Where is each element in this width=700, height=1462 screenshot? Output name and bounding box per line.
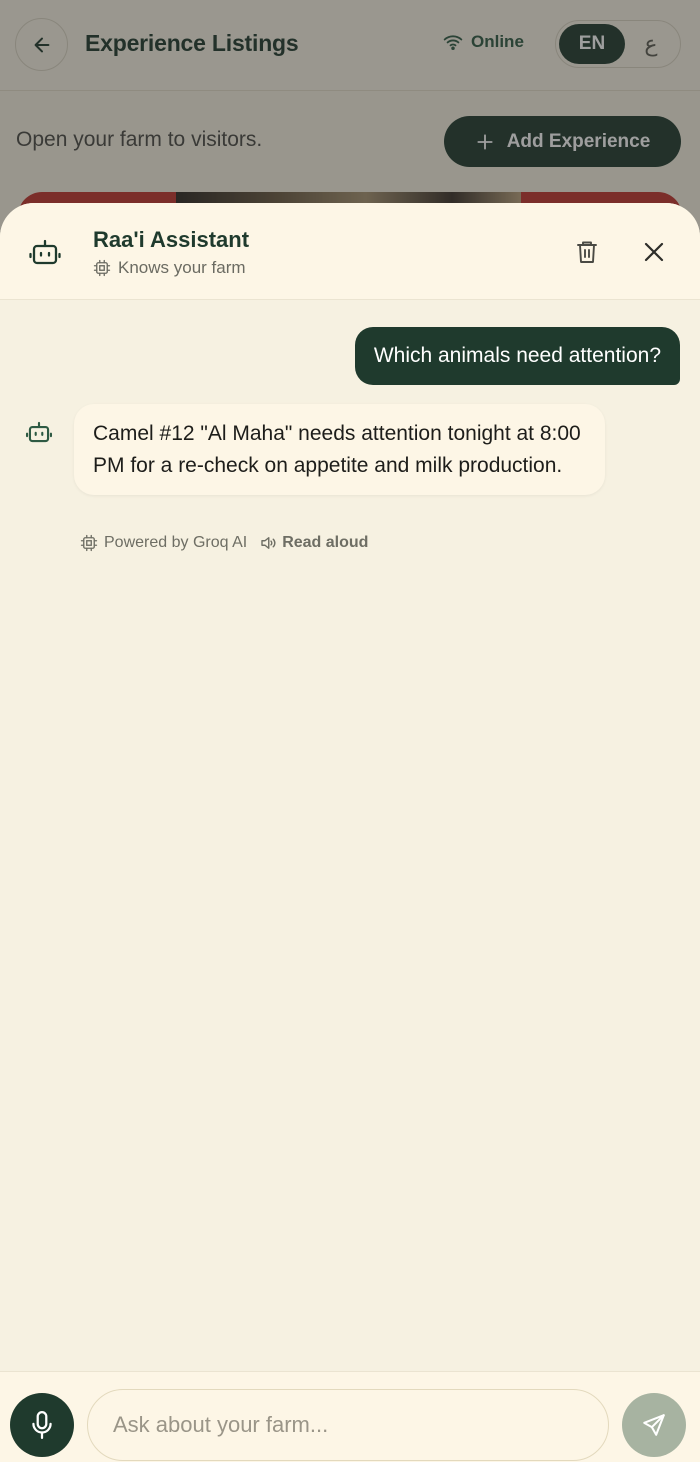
robot-icon bbox=[25, 421, 53, 443]
robot-icon bbox=[29, 239, 61, 265]
voice-input-button[interactable] bbox=[10, 1393, 74, 1457]
speaker-icon bbox=[261, 537, 276, 549]
microphone-icon bbox=[32, 1411, 52, 1439]
powered-by-label: Powered by Groq AI bbox=[104, 534, 248, 551]
assistant-message: Camel #12 "Al Maha" needs attention toni… bbox=[74, 404, 605, 495]
send-icon bbox=[643, 1414, 665, 1436]
assistant-chat-sheet: Raa'i Assistant Knows your farm Which an… bbox=[0, 203, 700, 1462]
message-meta: Powered by Groq AI Read aloud bbox=[80, 534, 368, 552]
close-chat-button[interactable] bbox=[637, 235, 671, 269]
assistant-subtitle-label: Knows your farm bbox=[118, 258, 246, 277]
close-icon bbox=[644, 242, 664, 262]
trash-icon bbox=[577, 241, 597, 263]
chat-header: Raa'i Assistant Knows your farm bbox=[0, 203, 700, 300]
send-button[interactable] bbox=[622, 1393, 686, 1457]
chat-message-input[interactable] bbox=[87, 1389, 609, 1461]
assistant-subtitle: Knows your farm bbox=[93, 258, 246, 278]
cpu-chip-icon bbox=[93, 259, 111, 277]
assistant-name: Raa'i Assistant bbox=[93, 227, 250, 252]
chat-input-bar bbox=[0, 1371, 700, 1462]
clear-chat-button[interactable] bbox=[570, 235, 604, 269]
read-aloud-label: Read aloud bbox=[282, 534, 369, 551]
read-aloud-button[interactable]: Read aloud bbox=[259, 534, 368, 552]
user-message: Which animals need attention? bbox=[354, 327, 680, 385]
cpu-chip-icon bbox=[80, 534, 98, 552]
